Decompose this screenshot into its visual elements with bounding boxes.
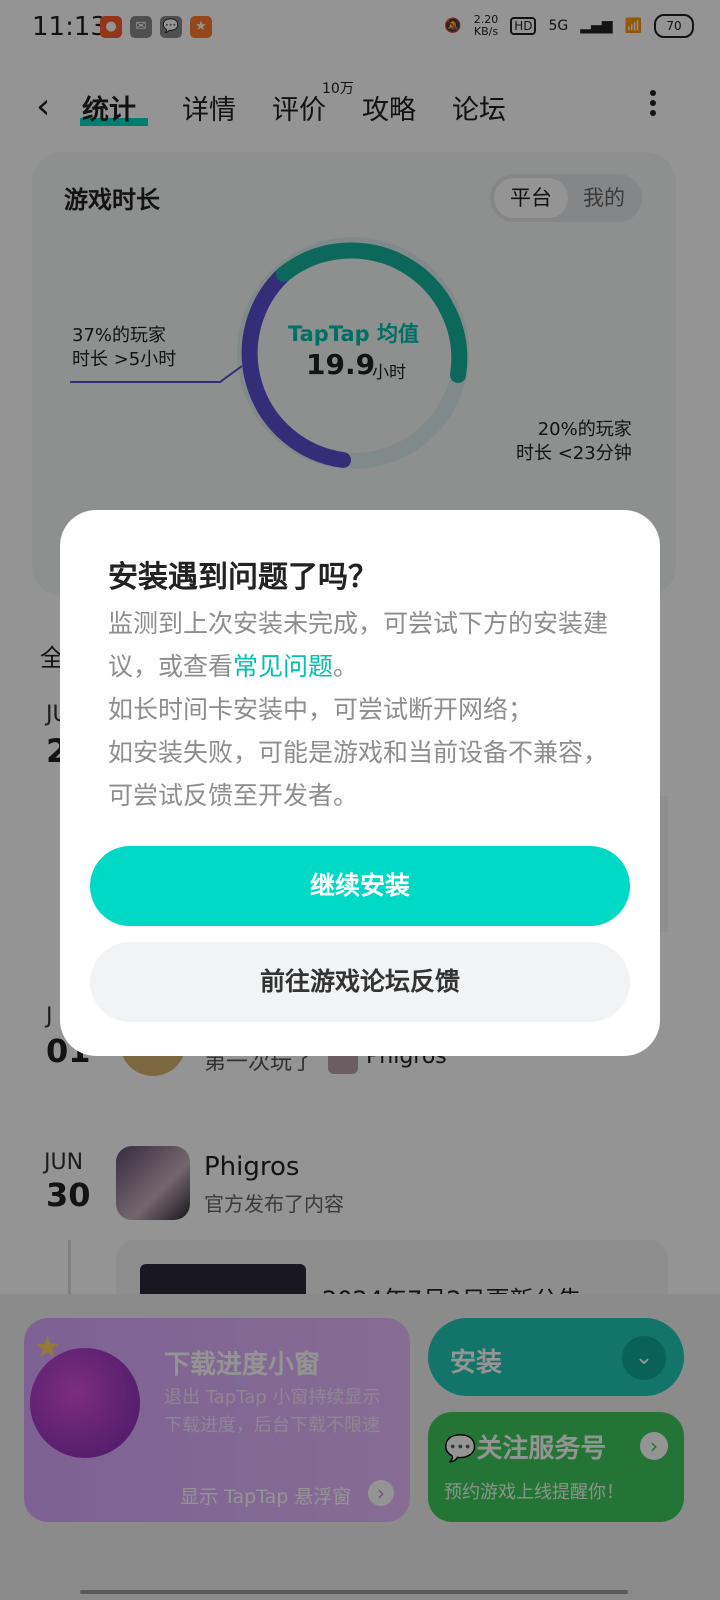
faq-link[interactable]: 常见问题 bbox=[233, 652, 333, 681]
dialog-text-3: 如长时间卡安装中，可尝试断开网络； bbox=[108, 695, 534, 724]
dialog-body: 监测到上次安装未完成，可尝试下方的安装建议，或查看常见问题。 如长时间卡安装中，… bbox=[108, 602, 628, 817]
continue-install-button[interactable]: 继续安装 bbox=[90, 846, 630, 926]
dialog-text-4: 如安装失败，可能是游戏和当前设备不兼容，可尝试反馈至开发者。 bbox=[108, 738, 609, 810]
forum-feedback-button[interactable]: 前往游戏论坛反馈 bbox=[90, 942, 630, 1022]
dialog-title: 安装遇到问题了吗？ bbox=[108, 560, 378, 595]
dialog-text-2: 。 bbox=[333, 652, 359, 681]
